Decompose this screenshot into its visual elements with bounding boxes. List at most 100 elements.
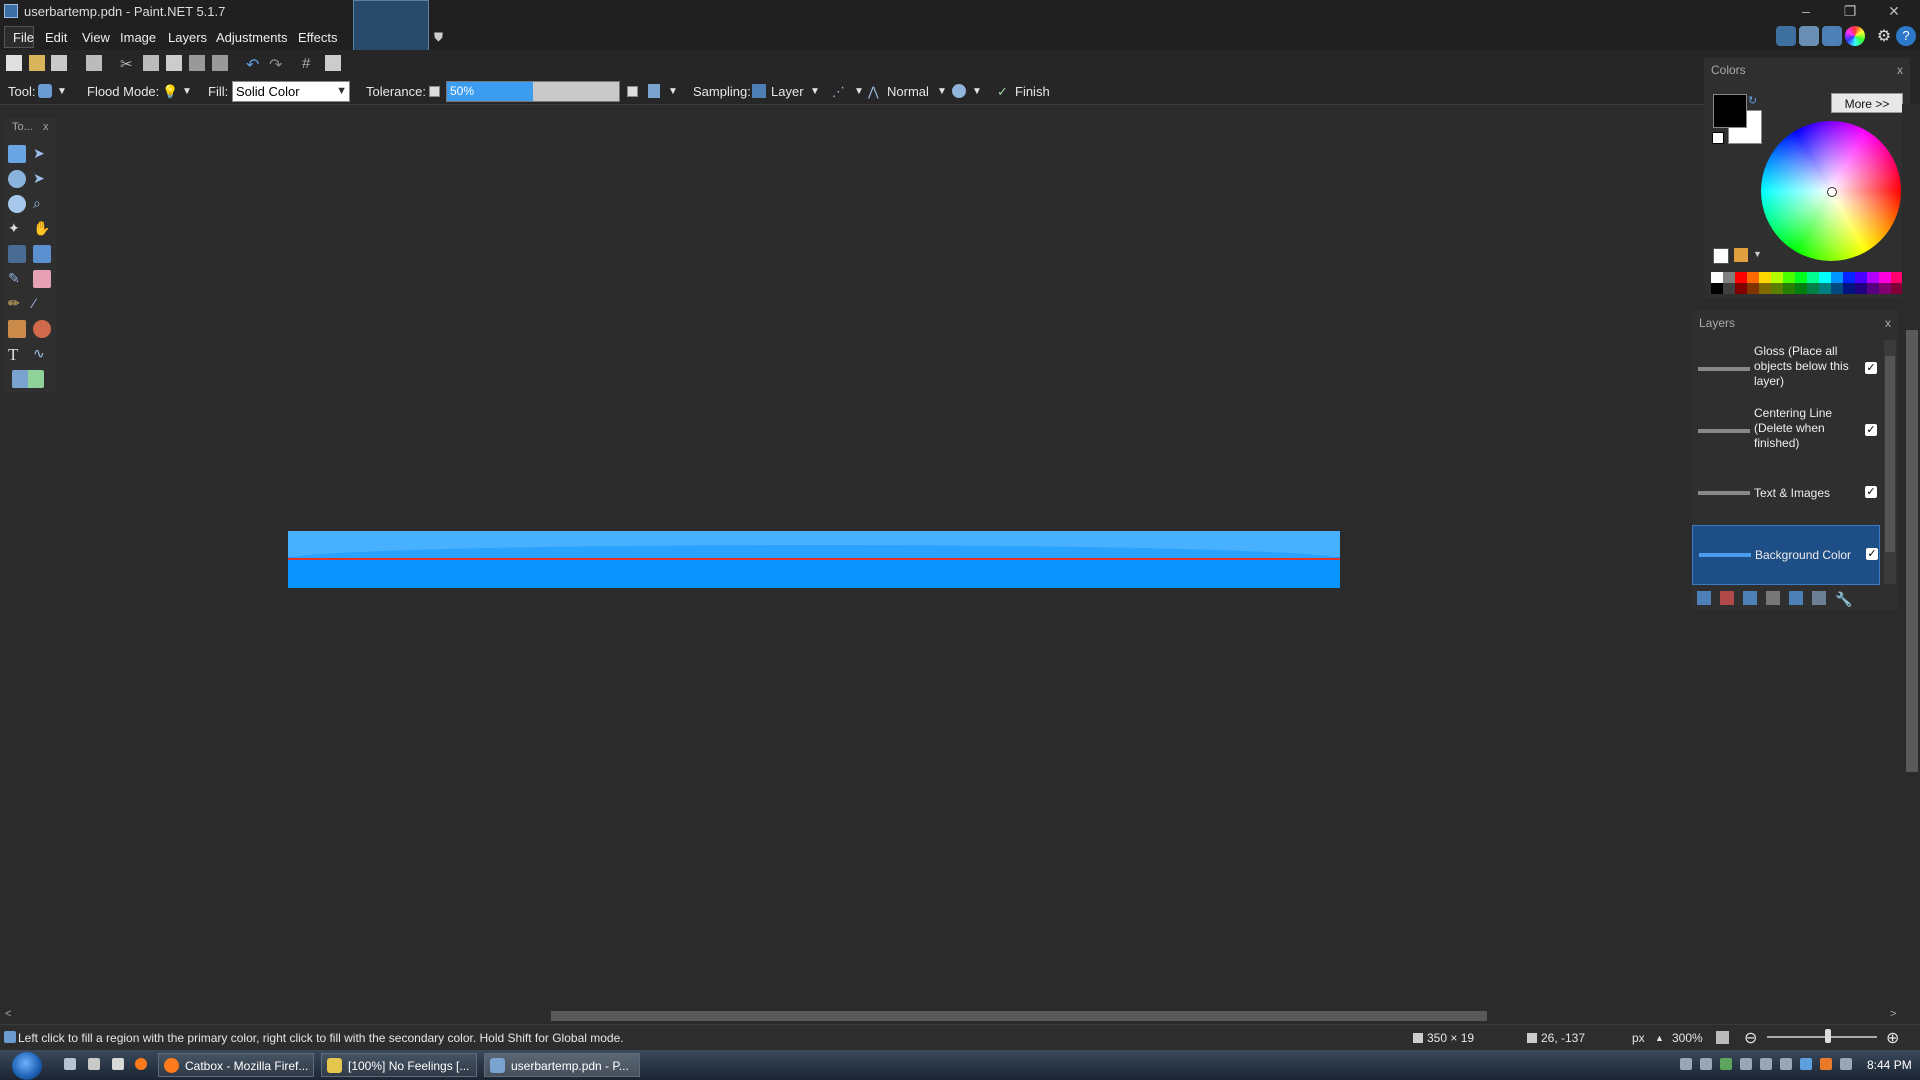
palette-swatch[interactable]	[1723, 272, 1735, 283]
palette-swatch[interactable]	[1879, 283, 1891, 294]
delete-layer-icon[interactable]	[1720, 591, 1734, 605]
grid-icon[interactable]: #	[302, 55, 318, 72]
alpha-blending-icon[interactable]	[952, 84, 966, 98]
cut-icon[interactable]: ✂	[120, 55, 136, 73]
crop-to-selection-icon[interactable]	[189, 55, 205, 71]
history-toggle-icon[interactable]	[1799, 26, 1819, 46]
color-picker-tool-icon[interactable]: ⁄	[33, 295, 51, 313]
primary-color-swatch[interactable]	[1713, 94, 1747, 128]
sampling-layer-icon[interactable]	[752, 84, 766, 98]
tray-icon-1[interactable]	[1680, 1058, 1692, 1070]
zoom-tool-icon[interactable]: ⌕	[33, 195, 51, 213]
paint-bucket-icon[interactable]	[38, 84, 52, 98]
palette-swatch[interactable]	[1831, 272, 1843, 283]
palette-swatch[interactable]	[1735, 283, 1747, 294]
canvas-vertical-scrollbar-thumb[interactable]	[1906, 330, 1918, 772]
tray-icon-6[interactable]	[1780, 1058, 1792, 1070]
rectangle-select-tool-icon[interactable]	[8, 145, 26, 163]
palette-swatch[interactable]	[1843, 283, 1855, 294]
add-to-palette-icon[interactable]	[1713, 248, 1729, 264]
swap-colors-icon[interactable]: ↻	[1748, 94, 1757, 107]
antialias-icon[interactable]	[648, 84, 660, 98]
layer-row-background-color[interactable]: Background Color ✓	[1692, 525, 1880, 585]
units-selector[interactable]: px	[1632, 1031, 1645, 1045]
text-tool-icon[interactable]: T	[8, 345, 26, 364]
tools-toggle-icon[interactable]	[1776, 26, 1796, 46]
color-palette[interactable]	[1711, 272, 1903, 294]
palette-swatch[interactable]	[1807, 272, 1819, 283]
layer-row-text-images[interactable]: Text & Images ✓	[1692, 464, 1880, 524]
flood-mode-dropdown-arrow-icon[interactable]: ▼	[182, 86, 192, 97]
magic-wand-tool-icon[interactable]: ✦	[8, 220, 26, 238]
volume-icon[interactable]	[1740, 1058, 1752, 1070]
palette-swatch[interactable]	[1855, 272, 1867, 283]
scroll-right-arrow-icon[interactable]: >	[1890, 1008, 1896, 1020]
blend-mode-dropdown-arrow-icon[interactable]: ▼	[937, 86, 947, 97]
pencil-tool-icon[interactable]: ✏	[8, 295, 26, 313]
more-colors-button[interactable]: More >>	[1831, 93, 1903, 113]
move-selected-pixels-tool-icon[interactable]: ➤	[33, 145, 51, 163]
copy-icon[interactable]	[143, 55, 159, 71]
tray-icon-3[interactable]	[1720, 1058, 1732, 1070]
menu-edit[interactable]: Edit	[45, 30, 67, 45]
blend-mode-icon[interactable]: ⋀	[868, 84, 879, 100]
palette-swatch[interactable]	[1795, 283, 1807, 294]
paintbrush-tool-icon[interactable]: ✎	[8, 270, 26, 288]
palette-swatch[interactable]	[1867, 283, 1879, 294]
layer-row-gloss[interactable]: Gloss (Place all objects below this laye…	[1692, 340, 1880, 400]
deselect-icon[interactable]	[212, 55, 228, 71]
blend-mode-value[interactable]: Normal	[887, 84, 929, 99]
menu-view[interactable]: View	[82, 30, 110, 45]
ellipse-select-tool-icon[interactable]	[8, 195, 26, 213]
palette-swatch[interactable]	[1783, 283, 1795, 294]
tray-icon-7[interactable]	[1800, 1058, 1812, 1070]
paint-bucket-tool-icon[interactable]	[8, 245, 26, 263]
palette-swatch[interactable]	[1795, 272, 1807, 283]
close-button[interactable]: ✕	[1872, 0, 1916, 24]
palette-swatch[interactable]	[1783, 272, 1795, 283]
add-layer-icon[interactable]	[1697, 591, 1711, 605]
palette-swatch[interactable]	[1819, 272, 1831, 283]
alpha-blending-dropdown-arrow-icon[interactable]: ▼	[972, 86, 982, 97]
layer-visibility-checkbox[interactable]: ✓	[1866, 548, 1878, 560]
sampling-value[interactable]: Layer	[771, 84, 804, 99]
merge-layer-down-icon[interactable]	[1766, 591, 1780, 605]
print-icon[interactable]	[86, 55, 102, 71]
palette-swatch[interactable]	[1867, 272, 1879, 283]
palette-swatch[interactable]	[1711, 272, 1723, 283]
tool-dropdown-arrow-icon[interactable]: ▼	[57, 86, 67, 97]
palette-swatch[interactable]	[1879, 272, 1891, 283]
new-file-icon[interactable]	[6, 55, 22, 71]
palette-swatch[interactable]	[1747, 283, 1759, 294]
firefox-quicklaunch-icon[interactable]	[135, 1058, 147, 1070]
taskbar-button-download[interactable]: [100%] No Feelings [...	[321, 1053, 477, 1077]
zoom-in-icon[interactable]: ⊕	[1886, 1028, 1899, 1048]
minimize-button[interactable]: –	[1784, 0, 1828, 24]
menu-adjustments[interactable]: Adjustments	[216, 30, 288, 45]
selection-mode-dropdown-arrow-icon[interactable]: ▼	[854, 86, 864, 97]
move-layer-up-icon[interactable]	[1789, 591, 1803, 605]
reset-colors-icon[interactable]	[1712, 132, 1724, 144]
recolor-tool-icon[interactable]	[33, 320, 51, 338]
duplicate-layer-icon[interactable]	[1743, 591, 1757, 605]
menu-image[interactable]: Image	[120, 30, 156, 45]
restore-button[interactable]: ❐	[1828, 0, 1872, 24]
zoom-level[interactable]: 300%	[1672, 1031, 1703, 1045]
palette-swatch[interactable]	[1771, 283, 1783, 294]
zoom-out-icon[interactable]: ⊖	[1744, 1028, 1757, 1048]
palette-swatch[interactable]	[1771, 272, 1783, 283]
tolerance-increment-icon[interactable]	[627, 86, 638, 97]
clone-stamp-tool-icon[interactable]	[8, 320, 26, 338]
save-icon[interactable]	[51, 55, 67, 71]
redo-icon[interactable]: ↷	[269, 55, 285, 74]
gradient-tool-icon[interactable]	[33, 245, 51, 263]
layer-visibility-checkbox[interactable]: ✓	[1865, 424, 1877, 436]
flood-mode-bulb-icon[interactable]: 💡	[162, 84, 178, 100]
palette-dropdown-arrow-icon[interactable]: ▼	[1753, 249, 1762, 259]
antialias-dropdown-arrow-icon[interactable]: ▼	[668, 86, 678, 97]
layers-scrollbar-thumb[interactable]	[1885, 356, 1895, 552]
ruler-icon[interactable]	[325, 55, 341, 71]
paste-icon[interactable]	[166, 55, 182, 71]
palette-swatch[interactable]	[1807, 283, 1819, 294]
tolerance-slider[interactable]: 50%	[446, 81, 620, 102]
